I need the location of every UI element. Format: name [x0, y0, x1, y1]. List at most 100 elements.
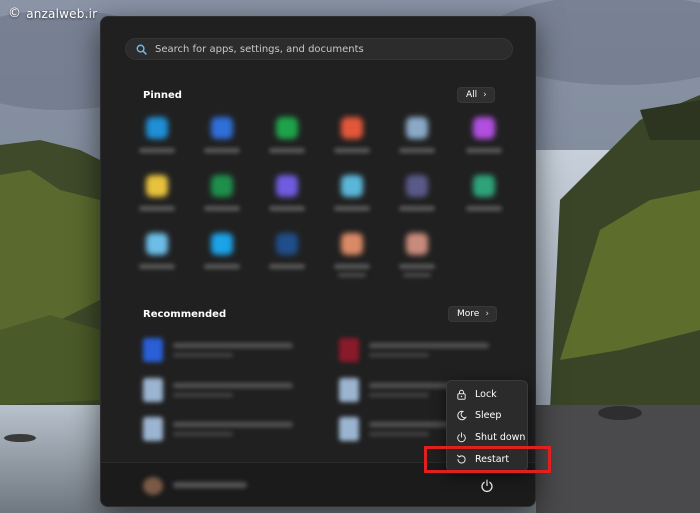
- item-title-blurred: [173, 383, 293, 388]
- recommended-title: Recommended: [143, 309, 227, 320]
- pinned-app-tile[interactable]: [330, 175, 374, 225]
- app-icon: [341, 233, 363, 255]
- app-label-blurred: [334, 264, 370, 269]
- pinned-app-tile[interactable]: [135, 175, 179, 225]
- app-label-blurred: [269, 148, 305, 153]
- pinned-app-tile[interactable]: [135, 233, 179, 283]
- pinned-app-tile[interactable]: [265, 233, 309, 283]
- shut-down-label: Shut down: [475, 431, 526, 443]
- item-subtitle-blurred: [173, 432, 233, 436]
- file-icon: [339, 417, 359, 441]
- item-subtitle-blurred: [369, 353, 429, 357]
- pinned-title: Pinned: [143, 90, 182, 101]
- app-icon: [146, 117, 168, 139]
- pinned-app-tile[interactable]: [462, 175, 506, 225]
- pinned-app-tile[interactable]: [200, 233, 244, 283]
- lock-icon: [457, 389, 466, 400]
- all-apps-button[interactable]: All ›: [457, 87, 495, 103]
- watermark: © anzalweb.ir: [8, 6, 97, 21]
- chevron-right-icon: ›: [485, 309, 489, 319]
- pinned-app-tile[interactable]: [200, 117, 244, 167]
- app-label-blurred: [403, 273, 431, 277]
- item-title-blurred: [369, 343, 489, 348]
- pinned-app-tile[interactable]: [330, 233, 374, 283]
- all-apps-label: All: [466, 90, 478, 100]
- app-icon: [211, 233, 233, 255]
- recommended-item[interactable]: [143, 375, 303, 405]
- recommended-item[interactable]: [143, 335, 303, 365]
- search-box[interactable]: [125, 38, 513, 60]
- item-subtitle-blurred: [369, 393, 429, 397]
- pinned-apps-grid: [131, 117, 511, 297]
- app-label-blurred: [204, 206, 240, 211]
- app-icon: [406, 233, 428, 255]
- power-button[interactable]: [477, 476, 497, 496]
- search-input[interactable]: [155, 43, 512, 55]
- sleep-label: Sleep: [475, 409, 502, 421]
- item-title-blurred: [173, 422, 293, 427]
- item-title-blurred: [173, 343, 293, 348]
- app-icon: [341, 175, 363, 197]
- pinned-app-tile[interactable]: [330, 117, 374, 167]
- app-label-blurred: [466, 206, 502, 211]
- recommended-item[interactable]: [339, 335, 499, 365]
- app-icon: [211, 175, 233, 197]
- user-name[interactable]: [173, 482, 247, 488]
- copyright-symbol: ©: [8, 6, 22, 21]
- search-icon: [136, 40, 147, 59]
- moon-icon: [457, 410, 467, 420]
- restart-highlight-box: [424, 446, 551, 473]
- app-label-blurred: [139, 206, 175, 211]
- watermark-text: anzalweb.ir: [26, 6, 98, 21]
- app-label-blurred: [269, 264, 305, 269]
- app-icon: [473, 175, 495, 197]
- item-subtitle-blurred: [173, 393, 233, 397]
- pinned-app-tile[interactable]: [200, 175, 244, 225]
- app-icon: [276, 175, 298, 197]
- app-icon: [406, 117, 428, 139]
- file-icon: [143, 417, 163, 441]
- app-icon: [276, 117, 298, 139]
- sleep-menu-item[interactable]: Sleep: [447, 405, 527, 425]
- app-label-blurred: [399, 264, 435, 269]
- app-label-blurred: [269, 206, 305, 211]
- app-icon: [211, 117, 233, 139]
- item-subtitle-blurred: [369, 432, 429, 436]
- app-icon: [406, 175, 428, 197]
- app-label-blurred: [139, 148, 175, 153]
- item-subtitle-blurred: [173, 353, 233, 357]
- more-button[interactable]: More ›: [448, 306, 497, 322]
- file-icon: [143, 338, 163, 362]
- lock-label: Lock: [475, 388, 497, 400]
- app-label-blurred: [139, 264, 175, 269]
- app-label-blurred: [334, 148, 370, 153]
- recommended-item[interactable]: [143, 414, 303, 444]
- shut-down-menu-item[interactable]: Shut down: [447, 427, 527, 447]
- app-icon: [146, 175, 168, 197]
- chevron-right-icon: ›: [483, 90, 487, 100]
- pinned-app-tile[interactable]: [135, 117, 179, 167]
- power-icon: [457, 431, 466, 442]
- app-label-blurred: [334, 206, 370, 211]
- file-icon: [339, 378, 359, 402]
- file-icon: [143, 378, 163, 402]
- pinned-app-tile[interactable]: [395, 175, 439, 225]
- lock-menu-item[interactable]: Lock: [447, 384, 527, 404]
- app-label-blurred: [399, 206, 435, 211]
- app-label-blurred: [338, 273, 366, 277]
- app-icon: [473, 117, 495, 139]
- app-icon: [276, 233, 298, 255]
- app-icon: [341, 117, 363, 139]
- app-icon: [146, 233, 168, 255]
- app-label-blurred: [399, 148, 435, 153]
- pinned-app-tile[interactable]: [395, 117, 439, 167]
- pinned-app-tile[interactable]: [265, 175, 309, 225]
- app-label-blurred: [466, 148, 502, 153]
- pinned-app-tile[interactable]: [462, 117, 506, 167]
- app-label-blurred: [204, 148, 240, 153]
- more-label: More: [457, 309, 480, 319]
- pinned-app-tile[interactable]: [265, 117, 309, 167]
- user-avatar[interactable]: [143, 477, 163, 495]
- pinned-app-tile[interactable]: [395, 233, 439, 283]
- power-icon: [481, 479, 493, 493]
